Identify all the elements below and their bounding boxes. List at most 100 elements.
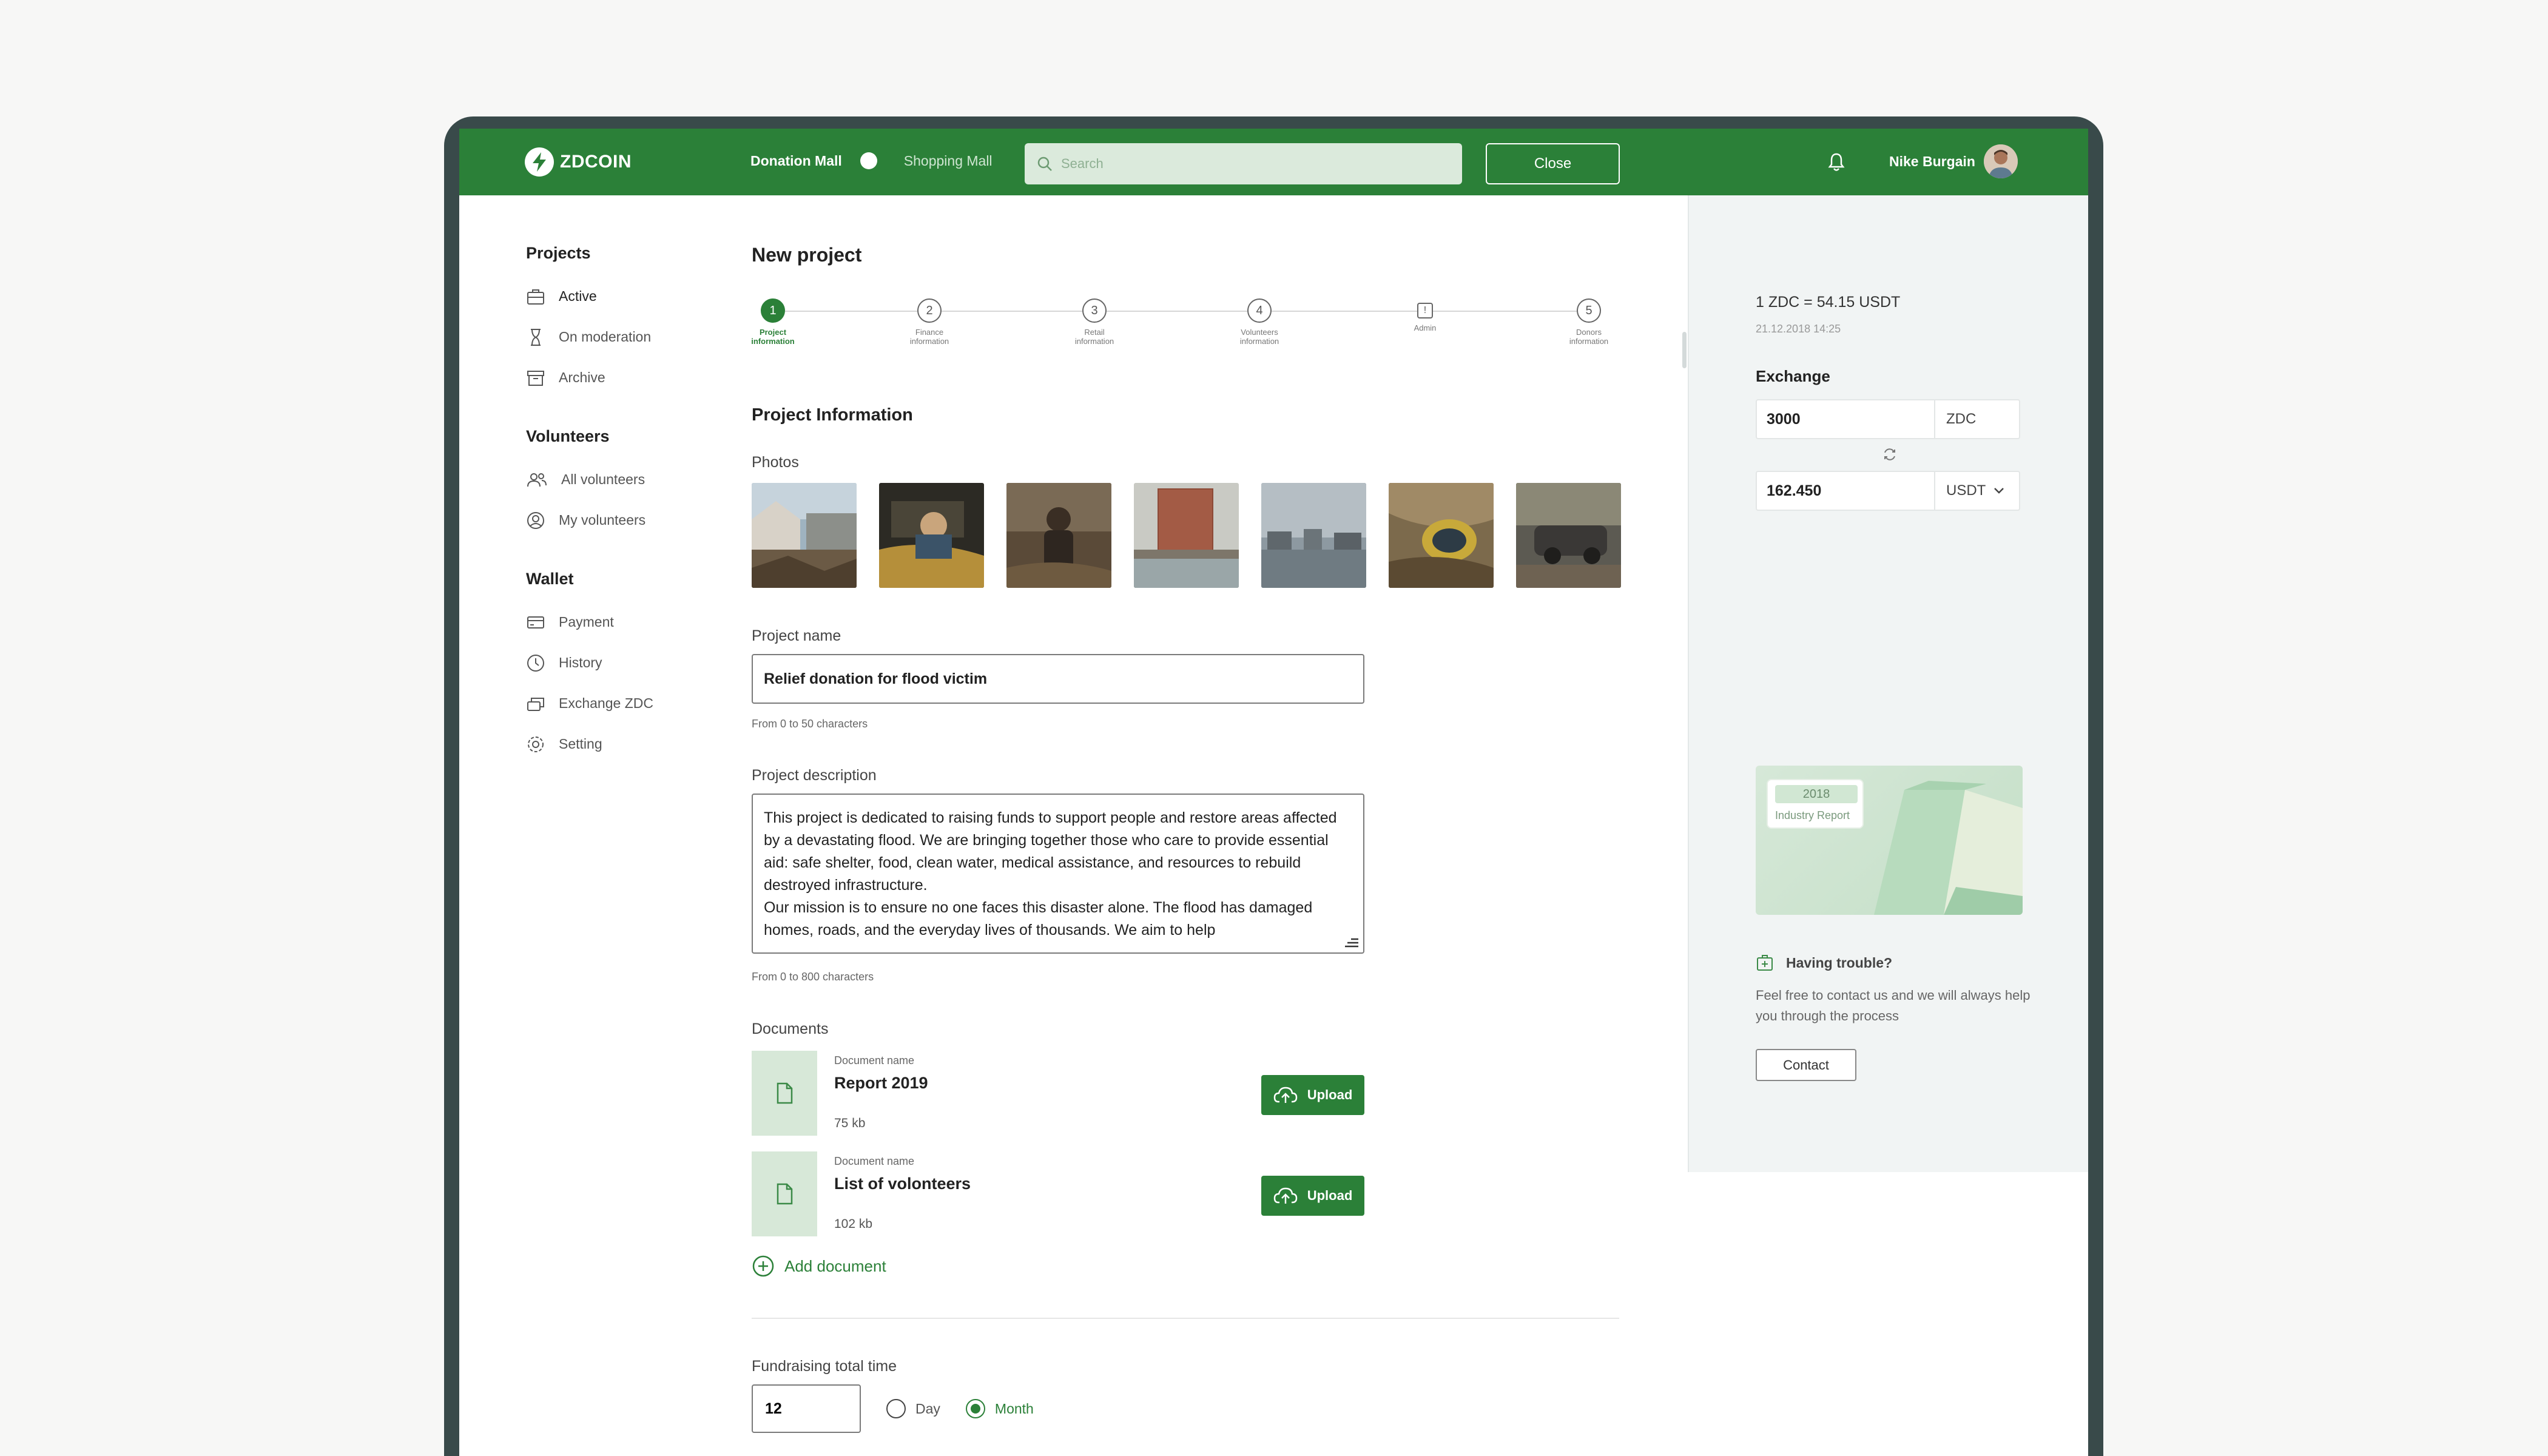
archive-icon (527, 370, 544, 386)
step-dot: 3 (1082, 298, 1107, 323)
main-content: New project 1 Project information 2 Fina… (751, 244, 1621, 1433)
photo-gallery (752, 483, 1621, 588)
toggle-knob (860, 152, 877, 169)
exchange-icon (527, 697, 544, 711)
upload-button[interactable]: Upload (1261, 1075, 1364, 1115)
sidebar-item-exchange-zdc[interactable]: Exchange ZDC (526, 683, 708, 724)
step-1[interactable]: 1 Project information (743, 297, 803, 346)
step-label: Donors information (1569, 328, 1609, 346)
avatar[interactable] (1983, 144, 2018, 178)
promo-year: 2018 (1775, 785, 1858, 803)
step-dot: ! (1417, 303, 1433, 318)
step-label: Retail information (1074, 328, 1114, 346)
search-input[interactable] (1061, 156, 1437, 172)
currency-label: ZDC (1946, 411, 1977, 427)
photos-label: Photos (752, 454, 799, 471)
document-thumb (752, 1051, 817, 1136)
sidebar-item-history[interactable]: History (526, 642, 708, 683)
fundraising-duration-input[interactable] (752, 1384, 861, 1433)
sidebar-item-label: Archive (559, 369, 605, 385)
step-admin[interactable]: ! Admin (1395, 297, 1455, 332)
step-5[interactable]: 5 Donors information (1559, 297, 1619, 346)
document-thumb (752, 1151, 817, 1236)
chevron-down-icon (1994, 488, 2004, 494)
photo-5[interactable] (1261, 483, 1366, 588)
sidebar-item-active[interactable]: Active (526, 276, 708, 317)
scrollbar-thumb[interactable] (1682, 332, 1687, 368)
help-kit-icon (1757, 955, 1773, 971)
step-4[interactable]: 4 Volunteers information (1229, 297, 1290, 346)
exchange-from-field[interactable]: 3000 ZDC (1756, 399, 2020, 439)
step-label: Volunteers information (1239, 328, 1279, 346)
sidebar: Projects Active On moderation Archive Vo… (526, 244, 708, 794)
photo-1[interactable] (752, 483, 857, 588)
bell-icon[interactable] (1827, 152, 1845, 172)
swap-icon[interactable] (1882, 447, 1898, 462)
document-caption: Document name (834, 1155, 915, 1167)
fundraising-row: Day Month (752, 1384, 1034, 1433)
cloud-upload-icon (1273, 1187, 1297, 1204)
step-dot: 5 (1577, 298, 1601, 323)
sidebar-item-payment[interactable]: Payment (526, 602, 708, 642)
user-menu[interactable]: Nike Burgain (1889, 144, 2018, 178)
exchange-from-value[interactable]: 3000 (1757, 400, 1935, 438)
app-screen: ZDCOIN Donation Mall Shopping Mall Close… (459, 129, 2088, 1456)
mall-toggle[interactable] (858, 152, 892, 170)
photo-4[interactable] (1134, 483, 1239, 588)
mall-switch: Donation Mall Shopping Mall (750, 152, 993, 170)
description-text: This project is dedicated to raising fun… (764, 809, 1337, 939)
page-title: New project (752, 244, 862, 266)
photo-7[interactable] (1516, 483, 1621, 588)
step-3[interactable]: 3 Retail information (1064, 297, 1125, 346)
upload-label: Upload (1307, 1188, 1353, 1203)
currency-select[interactable]: USDT (1935, 472, 2019, 510)
fundraising-label: Fundraising total time (752, 1358, 897, 1375)
sidebar-item-on-moderation[interactable]: On moderation (526, 317, 708, 357)
photo-6[interactable] (1389, 483, 1494, 588)
document-size: 75 kb (834, 1116, 866, 1130)
sidebar-item-archive[interactable]: Archive (526, 357, 708, 398)
donation-mall-label[interactable]: Donation Mall (750, 153, 842, 169)
contact-button[interactable]: Contact (1756, 1049, 1856, 1081)
sidebar-item-label: Exchange ZDC (559, 695, 653, 711)
briefcase-icon (527, 289, 544, 305)
help-heading: Having trouble? (1756, 954, 1892, 972)
exchange-to-value[interactable]: 162.450 (1757, 472, 1935, 510)
file-icon (777, 1082, 793, 1104)
radio-label: Month (994, 1400, 1034, 1417)
nav-group-projects: Projects Active On moderation Archive (526, 244, 708, 398)
promo-badge: 2018 Industry Report (1767, 779, 1864, 829)
sidebar-item-label: Active (559, 288, 597, 304)
nav-group-wallet: Wallet Payment History Exchange ZDC Sett… (526, 570, 708, 764)
radio-day[interactable]: Day (886, 1399, 940, 1418)
sidebar-item-setting[interactable]: Setting (526, 724, 708, 764)
nav-group-title: Projects (526, 244, 591, 262)
add-document-button[interactable]: Add document (752, 1255, 886, 1278)
exchange-to-field[interactable]: 162.450 USDT (1756, 471, 2020, 511)
logo-icon (525, 147, 554, 177)
project-name-input[interactable] (752, 654, 1364, 704)
resize-grip-icon[interactable] (1344, 935, 1360, 949)
currency-label: USDT (1946, 482, 1986, 499)
sidebar-item-all-volunteers[interactable]: All volunteers (526, 459, 708, 500)
upload-button[interactable]: Upload (1261, 1176, 1364, 1216)
logo[interactable]: ZDCOIN (525, 147, 632, 177)
radio-month[interactable]: Month (965, 1399, 1034, 1418)
photo-3[interactable] (1006, 483, 1111, 588)
exchange-from-currency: ZDC (1935, 400, 2019, 438)
radio-circle (886, 1399, 906, 1418)
step-2[interactable]: 2 Finance information (899, 297, 960, 346)
sidebar-item-label: History (559, 655, 602, 670)
upload-label: Upload (1307, 1087, 1353, 1102)
promo-banner[interactable]: 2018 Industry Report (1756, 766, 2023, 915)
description-textarea[interactable]: This project is dedicated to raising fun… (752, 794, 1364, 954)
photo-2[interactable] (879, 483, 984, 588)
exchange-rate: 1 ZDC = 54.15 USDT (1756, 294, 1901, 311)
document-name: List of volonteers (834, 1175, 971, 1193)
close-button[interactable]: Close (1486, 143, 1620, 184)
shopping-mall-label[interactable]: Shopping Mall (904, 153, 993, 169)
radio-circle (965, 1399, 985, 1418)
sidebar-item-my-volunteers[interactable]: My volunteers (526, 500, 708, 541)
step-label: Admin (1414, 323, 1437, 332)
promo-subtitle: Industry Report (1775, 809, 1850, 821)
